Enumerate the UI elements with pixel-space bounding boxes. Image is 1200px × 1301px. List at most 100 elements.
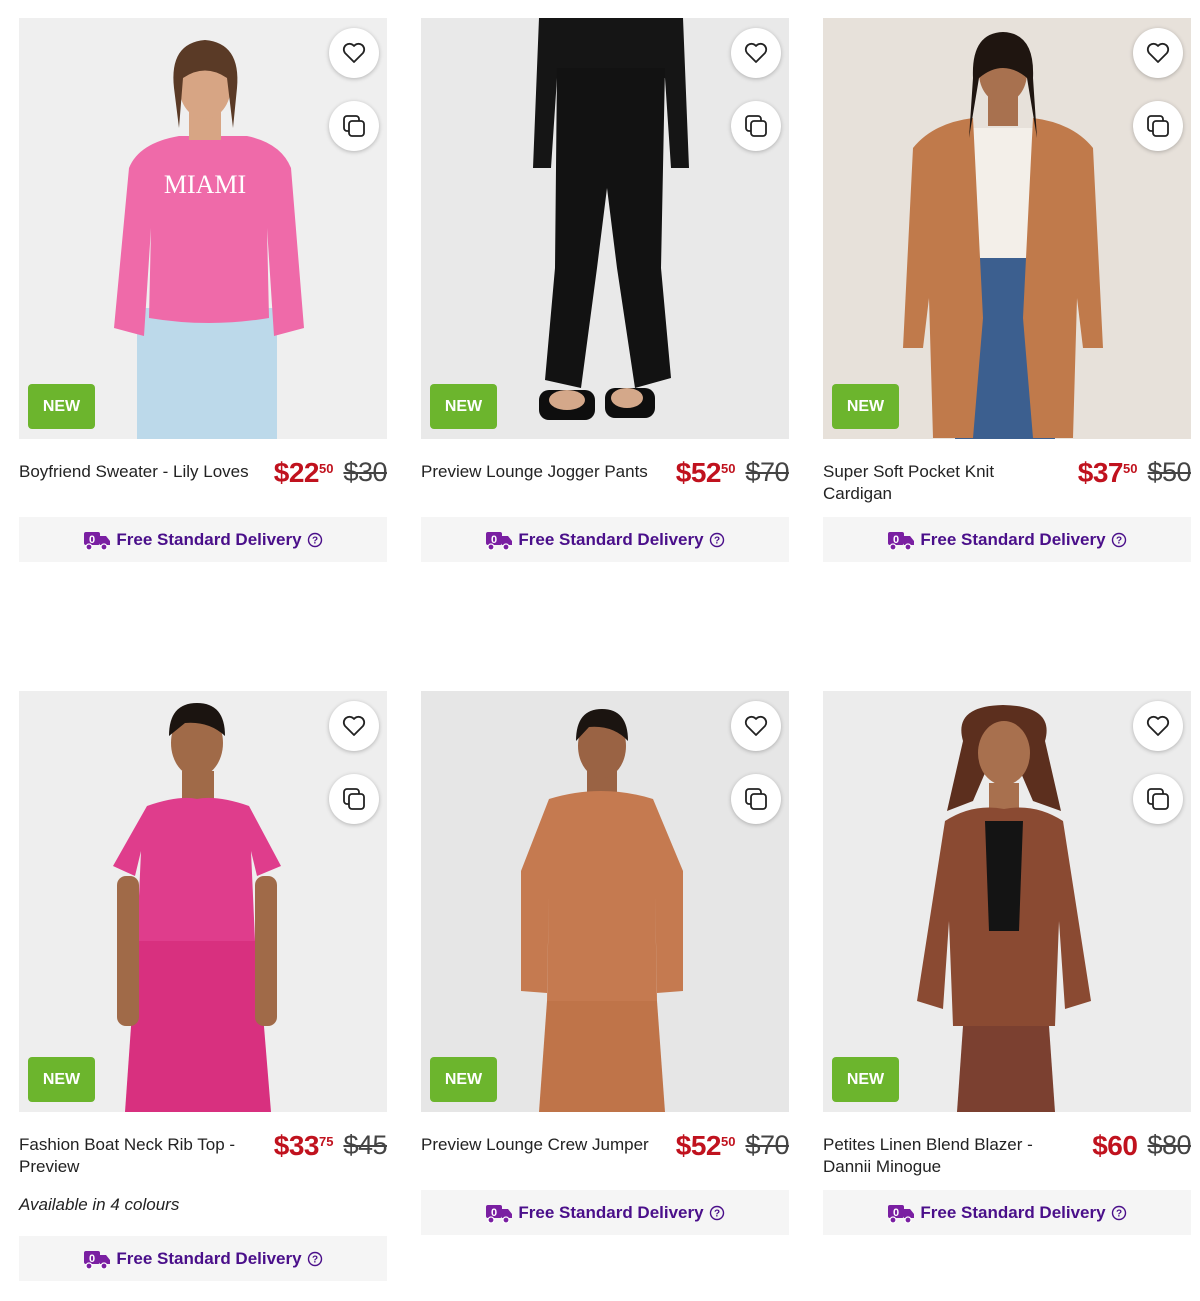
svg-text:?: ? [714,535,720,546]
product-photo [823,691,1191,1112]
sale-price: $33 [273,1130,320,1161]
product-name[interactable]: Preview Lounge Jogger Pants [421,461,656,483]
product-card[interactable]: NEW Super Soft Pocket Knit Cardigan $37 … [823,18,1191,562]
delivery-label: Free Standard Delivery [920,1202,1106,1222]
delivery-banner: 0 Free Standard Delivery ? [823,517,1191,562]
original-price: $50 [1147,457,1191,487]
heart-icon [342,715,366,736]
product-photo: MIAMI [19,18,387,439]
svg-text:?: ? [312,1254,318,1265]
svg-text:?: ? [1116,535,1122,546]
product-image[interactable]: NEW [823,691,1191,1112]
original-price: $80 [1147,1130,1191,1160]
sale-price: $37 [1077,457,1124,488]
compare-icon [745,788,767,810]
price-group: $22 50 $30 [273,457,388,489]
sale-price-cents: 75 [318,1134,334,1149]
compare-button[interactable] [731,101,781,151]
svg-text:0: 0 [89,1253,95,1265]
delivery-banner: 0 Free Standard Delivery ? [19,1236,387,1281]
svg-text:MIAMI: MIAMI [164,170,246,199]
price-group: $60 $80 [1092,1130,1191,1162]
compare-button[interactable] [329,774,379,824]
product-card[interactable]: NEW Preview Lounge Crew Jumper $52 50 $7… [421,691,789,1235]
help-circle-icon[interactable]: ? [307,1251,323,1267]
compare-icon [343,115,365,137]
heart-icon [744,715,768,736]
product-card[interactable]: NEW Petites Linen Blend Blazer - Dannii … [823,691,1191,1235]
delivery-truck-icon: 0 [888,1204,915,1224]
heart-icon [744,42,768,63]
help-circle-icon[interactable]: ? [1111,1205,1127,1221]
new-badge: NEW [28,384,95,429]
help-circle-icon[interactable]: ? [1111,532,1127,548]
delivery-truck-icon: 0 [486,1204,513,1224]
product-name[interactable]: Preview Lounge Crew Jumper [421,1134,656,1156]
product-image[interactable]: NEW [421,691,789,1112]
svg-text:0: 0 [893,534,899,546]
svg-text:?: ? [1116,1208,1122,1219]
product-card[interactable]: MIAMI NEW Boyfriend Sweater - Lily Loves… [19,18,387,562]
compare-button[interactable] [329,101,379,151]
product-card[interactable]: NEW Preview Lounge Jogger Pants $52 50 $… [421,18,789,562]
product-photo [19,691,387,1112]
price-group: $52 50 $70 [675,1130,790,1162]
colour-availability[interactable]: Available in 4 colours [19,1190,387,1236]
delivery-label: Free Standard Delivery [518,529,704,549]
product-card[interactable]: NEW Fashion Boat Neck Rib Top - Preview … [19,691,387,1281]
svg-text:0: 0 [491,1207,497,1219]
heart-icon [342,42,366,63]
help-circle-icon[interactable]: ? [709,532,725,548]
wishlist-button[interactable] [329,28,379,78]
product-image[interactable]: NEW [421,18,789,439]
product-name[interactable]: Super Soft Pocket Knit Cardigan [823,461,1058,505]
delivery-truck-icon: 0 [84,531,111,551]
new-badge: NEW [430,1057,497,1102]
sale-price: $52 [675,1130,722,1161]
price-group: $33 75 $45 [273,1130,388,1162]
product-image[interactable]: NEW [19,691,387,1112]
wishlist-button[interactable] [329,701,379,751]
svg-text:0: 0 [491,534,497,546]
svg-text:?: ? [714,1208,720,1219]
new-badge: NEW [832,384,899,429]
svg-text:0: 0 [893,1207,899,1219]
original-price: $70 [745,457,789,487]
delivery-banner: 0 Free Standard Delivery ? [421,1190,789,1235]
sale-price-cents: 50 [318,461,334,476]
compare-button[interactable] [1133,774,1183,824]
sale-price: $22 [273,457,320,488]
compare-icon [1147,788,1169,810]
new-badge: NEW [832,1057,899,1102]
compare-button[interactable] [1133,101,1183,151]
sale-price: $60 [1092,1130,1138,1161]
heart-icon [1146,42,1170,63]
product-name[interactable]: Fashion Boat Neck Rib Top - Preview [19,1134,254,1178]
wishlist-button[interactable] [731,701,781,751]
wishlist-button[interactable] [1133,28,1183,78]
wishlist-button[interactable] [1133,701,1183,751]
product-photo [421,18,789,439]
delivery-truck-icon: 0 [84,1250,111,1270]
product-image[interactable]: MIAMI NEW [19,18,387,439]
original-price: $30 [343,457,387,487]
delivery-banner: 0 Free Standard Delivery ? [19,517,387,562]
help-circle-icon[interactable]: ? [709,1205,725,1221]
original-price: $45 [343,1130,387,1160]
help-circle-icon[interactable]: ? [307,532,323,548]
delivery-truck-icon: 0 [486,531,513,551]
sale-price-cents: 50 [720,1134,736,1149]
delivery-label: Free Standard Delivery [920,529,1106,549]
svg-text:0: 0 [89,534,95,546]
price-group: $37 50 $50 [1077,457,1192,489]
product-name[interactable]: Boyfriend Sweater - Lily Loves [19,461,254,483]
product-image[interactable]: NEW [823,18,1191,439]
delivery-label: Free Standard Delivery [116,1248,302,1268]
delivery-truck-icon: 0 [888,531,915,551]
sale-price: $52 [675,457,722,488]
wishlist-button[interactable] [731,28,781,78]
product-photo [823,18,1191,439]
compare-button[interactable] [731,774,781,824]
delivery-banner: 0 Free Standard Delivery ? [823,1190,1191,1235]
product-name[interactable]: Petites Linen Blend Blazer - Dannii Mino… [823,1134,1058,1178]
